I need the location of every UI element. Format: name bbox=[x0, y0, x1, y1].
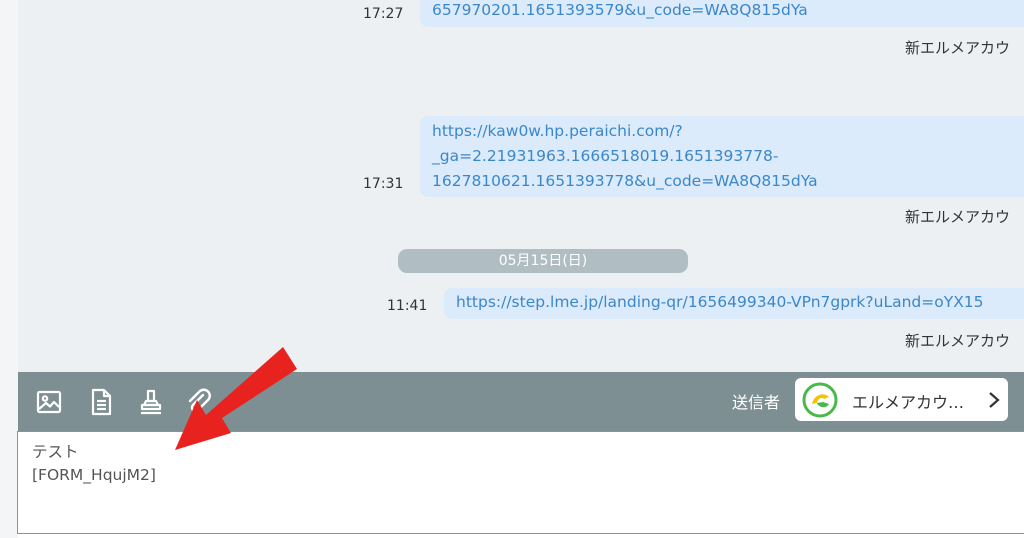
sender-select[interactable]: エルメアカウ… bbox=[795, 378, 1008, 421]
message-sender: 新エルメアカウ bbox=[905, 208, 1011, 226]
message-text-line[interactable]: 1627810621.1651393778&u_code=WA8Q815dYa bbox=[432, 169, 1024, 194]
chevron-right-icon bbox=[987, 390, 1001, 410]
message-input-line[interactable]: テスト bbox=[32, 441, 1010, 464]
message-bubble-link[interactable]: https://step.lme.jp/landing-qr/165649934… bbox=[444, 288, 1024, 319]
message-sender: 新エルメアカウ bbox=[905, 332, 1011, 350]
date-divider: 05月15日(日) bbox=[398, 249, 688, 273]
message-time: 17:27 bbox=[363, 6, 404, 22]
message-text-line[interactable]: https://kaw0w.hp.peraichi.com/? bbox=[432, 119, 1024, 144]
image-icon[interactable] bbox=[34, 387, 64, 417]
message-time: 11:41 bbox=[387, 298, 428, 314]
message-time: 17:31 bbox=[363, 176, 404, 192]
message-text[interactable]: 657970201.1651393579&u_code=WA8Q815dYa bbox=[432, 0, 1024, 23]
chat-history[interactable]: 17:27 657970201.1651393579&u_code=WA8Q81… bbox=[18, 0, 1024, 372]
message-bubble-link[interactable]: https://kaw0w.hp.peraichi.com/? _ga=2.21… bbox=[420, 116, 1024, 197]
message-input[interactable]: テスト [FORM_HqujM2] bbox=[17, 431, 1024, 534]
sender-name: エルメアカウ… bbox=[852, 393, 965, 412]
document-icon[interactable] bbox=[86, 387, 116, 417]
avatar bbox=[802, 382, 838, 418]
message-text[interactable]: https://step.lme.jp/landing-qr/165649934… bbox=[456, 290, 1024, 315]
message-bubble-link[interactable]: 657970201.1651393579&u_code=WA8Q815dYa bbox=[420, 0, 1024, 27]
paperclip-icon[interactable] bbox=[184, 387, 214, 417]
left-sidebar-edge bbox=[0, 0, 18, 538]
message-text-line[interactable]: _ga=2.21931963.1666518019.1651393778- bbox=[432, 144, 1024, 169]
sender-label: 送信者 bbox=[732, 393, 781, 412]
message-sender: 新エルメアカウ bbox=[905, 39, 1011, 57]
stamp-icon[interactable] bbox=[136, 387, 166, 417]
compose-toolbar: 送信者 エルメアカウ… bbox=[18, 372, 1024, 431]
message-input-line[interactable]: [FORM_HqujM2] bbox=[32, 464, 1010, 487]
